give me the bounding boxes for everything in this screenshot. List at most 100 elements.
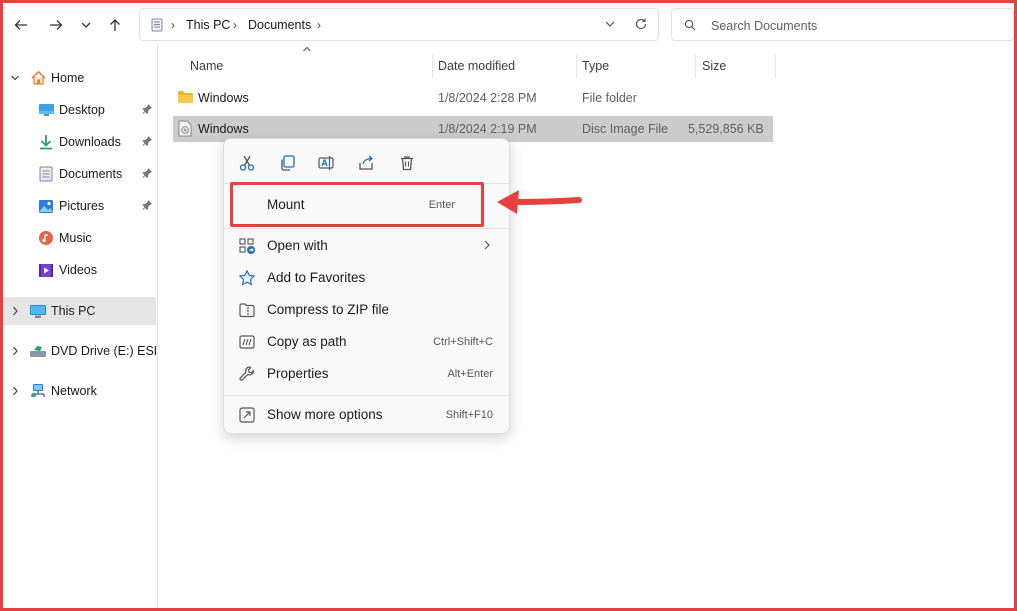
menu-separator [224, 395, 509, 396]
column-divider[interactable] [775, 54, 776, 78]
delete-icon [401, 156, 413, 171]
chevron-right-icon[interactable] [10, 385, 20, 397]
column-divider[interactable] [695, 54, 696, 78]
menu-item-properties[interactable]: Properties Alt+Enter [230, 359, 505, 389]
videos-icon [37, 261, 55, 279]
breadcrumb-separator: › [233, 18, 237, 32]
copy-button[interactable] [274, 151, 300, 175]
file-type: Disc Image File [582, 122, 669, 136]
sidebar-item-label: Pictures [59, 199, 105, 213]
wrench-icon [238, 365, 256, 383]
toolbar: › This PC › Documents › Search Documents [3, 3, 1014, 45]
disc-image-icon [178, 120, 192, 137]
sidebar-item-label: Documents [59, 167, 123, 181]
sidebar-item-music[interactable]: Music [3, 224, 156, 252]
sidebar-item-label: This PC [51, 304, 96, 318]
chevron-right-icon[interactable] [10, 345, 20, 357]
menu-item-label: Copy as path [267, 334, 347, 349]
copy-path-icon [238, 333, 256, 351]
forward-arrow-icon [50, 20, 63, 30]
sidebar-item-label: Downloads [59, 135, 121, 149]
documents-icon [37, 165, 55, 183]
breadcrumb-separator: › [171, 18, 175, 32]
menu-item-compress-zip[interactable]: Compress to ZIP file [230, 295, 505, 325]
share-icon [359, 155, 374, 170]
this-pc-icon [151, 18, 163, 32]
sidebar-item-home[interactable]: Home [3, 64, 156, 92]
chevron-right-icon[interactable] [10, 305, 20, 317]
menu-item-label: Add to Favorites [267, 270, 366, 285]
address-bar[interactable]: › This PC › Documents › [139, 8, 659, 41]
refresh-icon[interactable] [634, 17, 648, 31]
sidebar-item-downloads[interactable]: Downloads [3, 128, 156, 156]
dvd-drive-icon [29, 342, 47, 360]
file-date-modified: 1/8/2024 2:28 PM [438, 91, 537, 105]
network-icon [29, 382, 47, 400]
star-icon [238, 269, 256, 287]
music-icon [37, 229, 55, 247]
cut-button[interactable] [234, 151, 260, 175]
download-icon [37, 133, 55, 151]
sidebar-item-label: Network [51, 384, 97, 398]
file-name: Windows [198, 122, 249, 136]
open-with-icon [238, 237, 256, 255]
sort-ascending-icon [303, 46, 311, 52]
column-header-type[interactable]: Type [582, 59, 609, 85]
column-header-size[interactable]: Size [702, 59, 726, 85]
more-options-icon [238, 406, 256, 424]
sidebar-item-documents[interactable]: Documents [3, 160, 156, 188]
search-box[interactable]: Search Documents [671, 8, 1014, 41]
menu-item-shortcut: Shift+F10 [445, 409, 493, 421]
column-divider[interactable] [576, 54, 577, 78]
sidebar-item-this-pc[interactable]: This PC [3, 297, 156, 325]
breadcrumb-this-pc[interactable]: This PC [186, 18, 230, 32]
sidebar-item-label: DVD Drive (E:) ESD-I [51, 344, 156, 358]
column-header-name[interactable]: Name [190, 59, 223, 85]
zip-icon [238, 301, 256, 319]
sidebar-item-dvd-drive[interactable]: DVD Drive (E:) ESD-I [3, 337, 156, 365]
file-name: Windows [198, 91, 249, 105]
folder-icon [178, 91, 193, 103]
menu-item-open-with[interactable]: Open with [230, 231, 505, 261]
menu-item-add-to-favorites[interactable]: Add to Favorites [230, 263, 505, 293]
forward-button[interactable] [44, 14, 68, 36]
menu-item-label: Properties [267, 366, 329, 381]
menu-item-shortcut: Ctrl+Shift+C [433, 336, 493, 348]
sidebar-item-pictures[interactable]: Pictures [3, 192, 156, 220]
breadcrumb-documents[interactable]: Documents [248, 18, 311, 32]
search-icon [684, 19, 696, 31]
pin-icon [142, 136, 152, 146]
sidebar-item-desktop[interactable]: Desktop [3, 96, 156, 124]
share-button[interactable] [353, 151, 379, 175]
menu-item-label: Show more options [267, 407, 383, 422]
copy-icon [281, 155, 295, 171]
sidebar-item-label: Desktop [59, 103, 105, 117]
sidebar-item-videos[interactable]: Videos [3, 256, 156, 284]
chevron-down-icon[interactable] [10, 72, 20, 84]
breadcrumb-separator: › [317, 18, 321, 32]
file-row[interactable]: Windows 1/8/2024 2:28 PM File folder [173, 85, 773, 111]
column-header-date-modified[interactable]: Date modified [438, 59, 515, 85]
file-type: File folder [582, 91, 637, 105]
column-divider[interactable] [432, 54, 433, 78]
sidebar-item-network[interactable]: Network [3, 377, 156, 405]
recent-locations-button[interactable] [74, 14, 98, 36]
menu-item-show-more-options[interactable]: Show more options Shift+F10 [230, 400, 505, 430]
chevron-down-icon [81, 22, 91, 28]
address-dropdown-icon[interactable] [604, 18, 616, 30]
cut-icon [239, 155, 255, 171]
mount-highlight-box [230, 182, 484, 227]
callout-arrow-icon [497, 190, 582, 214]
menu-item-label: Compress to ZIP file [267, 302, 390, 317]
up-button[interactable] [103, 14, 127, 36]
rename-icon [318, 156, 334, 170]
home-icon [29, 69, 47, 87]
menu-item-copy-as-path[interactable]: Copy as path Ctrl+Shift+C [230, 327, 505, 357]
pin-icon [142, 104, 152, 114]
file-size: 5,529,856 KB [688, 122, 764, 136]
back-button[interactable] [9, 14, 33, 36]
this-pc-icon [29, 302, 47, 320]
search-placeholder: Search Documents [711, 19, 818, 33]
rename-button[interactable] [313, 151, 339, 175]
delete-button[interactable] [394, 151, 420, 175]
